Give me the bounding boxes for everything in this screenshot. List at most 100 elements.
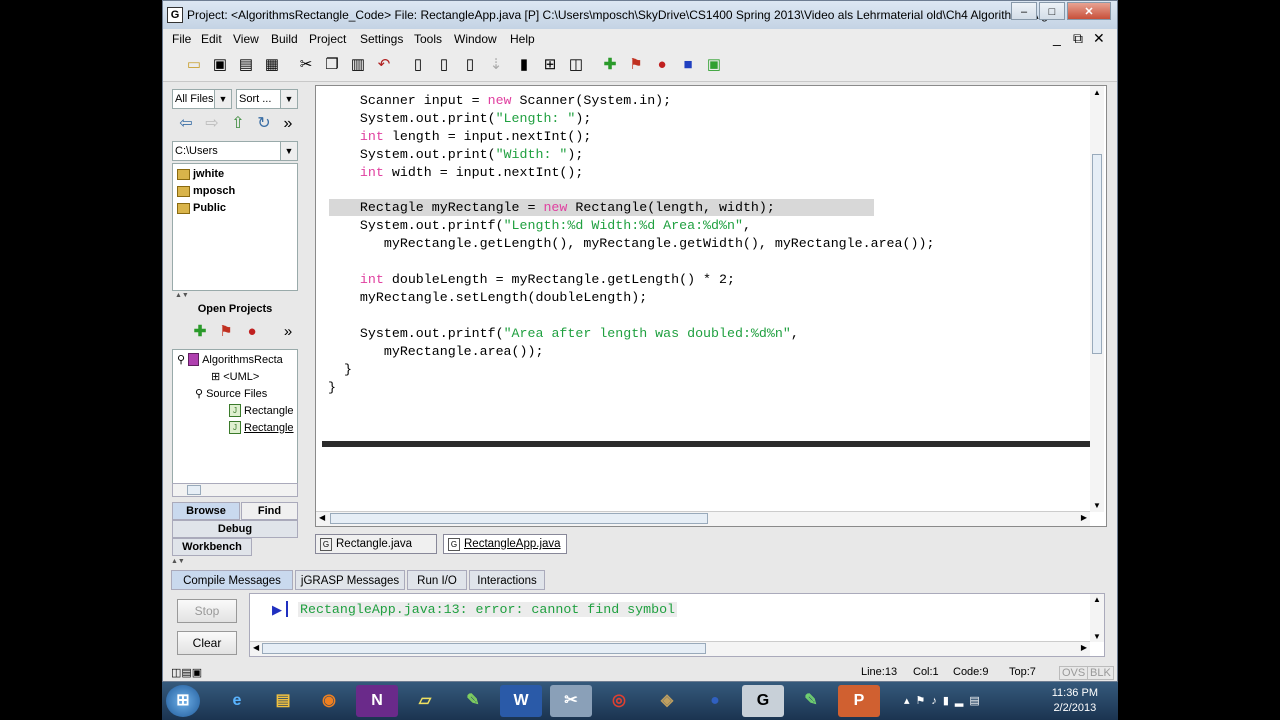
jgrasp-taskbar-icon[interactable]: G [742, 685, 784, 717]
mdi-minimize-button[interactable]: _ [1053, 30, 1061, 46]
pin-icon[interactable]: ⇣ [485, 54, 507, 76]
system-tray-icons[interactable]: ▴⚑♪▮▂▤ [904, 694, 986, 707]
scroll-left-arrow-icon[interactable]: ◀ [319, 513, 325, 522]
splitter-arrows-icon[interactable]: ▲▼ [175, 292, 299, 299]
page-icon[interactable]: ▯ [407, 54, 429, 76]
compile-plus-icon[interactable]: ✚ [189, 321, 211, 343]
document-icon[interactable]: ▯ [433, 54, 455, 76]
scroll-up-arrow-icon[interactable]: ▲ [1093, 88, 1101, 97]
forward-arrow-icon[interactable]: ⇨ [201, 113, 223, 135]
menu-help[interactable]: Help [510, 32, 535, 46]
scroll-down-arrow-icon[interactable]: ▼ [1093, 501, 1101, 510]
paste-icon[interactable]: ▥ [347, 54, 369, 76]
editor-horizontal-scrollbar[interactable]: ◀ ▶ [316, 511, 1090, 526]
mdi-restore-button[interactable]: ⧉ [1073, 30, 1083, 47]
new-file-icon[interactable]: ▯ [459, 54, 481, 76]
tab-debug[interactable]: Debug [172, 520, 298, 538]
folder-item[interactable]: mposch [177, 185, 235, 197]
tree-file-item[interactable]: J Rectangle [229, 404, 294, 417]
close-button[interactable]: ✕ [1067, 2, 1111, 20]
more-chevron-icon[interactable]: » [277, 321, 299, 343]
tab-jgrasp-messages[interactable]: jGRASP Messages [295, 570, 405, 590]
output-vertical-scrollbar[interactable]: ▲ ▼ [1090, 594, 1104, 642]
code-editor[interactable]: Scanner input = new Scanner(System.in); … [315, 85, 1107, 527]
output-horizontal-scrollbar[interactable]: ◀ ▶ [250, 641, 1090, 656]
media-player-icon[interactable]: ◉ [308, 685, 350, 717]
clock[interactable]: 11:36 PM 2/2/2013 [1052, 686, 1098, 716]
tab-workbench[interactable]: Workbench [172, 538, 252, 556]
notepad-icon[interactable]: ✎ [790, 685, 832, 717]
code-line[interactable]: myRectangle.area()); [328, 343, 934, 361]
menu-project[interactable]: Project [309, 32, 346, 46]
menu-file[interactable]: File [172, 32, 191, 46]
tree-project-root[interactable]: ⚲ AlgorithmsRecta [177, 353, 283, 366]
scroll-thumb[interactable] [187, 485, 201, 495]
code-text[interactable]: Scanner input = new Scanner(System.in); … [328, 92, 934, 396]
code-line[interactable]: } [328, 379, 934, 397]
code-line[interactable] [328, 182, 934, 200]
code-line[interactable]: } [328, 361, 934, 379]
file-filter-select[interactable]: All Files ▼ [172, 89, 232, 109]
file-tab-rectangleapp[interactable]: G RectangleApp.java [443, 534, 567, 554]
paint-icon[interactable]: ✎ [452, 685, 494, 717]
compile-output[interactable]: ▶ RectangleApp.java:13: error: cannot fi… [249, 593, 1105, 657]
run-icon[interactable]: ⚑ [215, 321, 237, 343]
code-line[interactable] [328, 307, 934, 325]
refresh-icon[interactable]: ↻ [253, 113, 275, 135]
stop-button[interactable]: Stop [177, 599, 237, 623]
chart-icon[interactable]: ▮ [513, 54, 535, 76]
code-line[interactable]: int length = input.nextInt(); [328, 128, 934, 146]
clear-button[interactable]: Clear [177, 631, 237, 655]
code-line[interactable]: Scanner input = new Scanner(System.in); [328, 92, 934, 110]
back-arrow-icon[interactable]: ⇦ [175, 113, 197, 135]
up-folder-icon[interactable]: ⇧ [227, 113, 249, 135]
tab-compile-messages[interactable]: Compile Messages [171, 570, 293, 590]
save-icon[interactable]: ▣ [209, 54, 231, 76]
print-icon[interactable]: ▦ [261, 54, 283, 76]
save-all-icon[interactable]: ▤ [235, 54, 257, 76]
menu-build[interactable]: Build [271, 32, 298, 46]
square-green-icon[interactable]: ▣ [703, 54, 725, 76]
powerpoint-icon[interactable]: P [838, 685, 880, 717]
onenote-icon[interactable]: N [356, 685, 398, 717]
sort-select[interactable]: Sort ... ▼ [236, 89, 298, 109]
cut-icon[interactable]: ✂ [295, 54, 317, 76]
scroll-right-arrow-icon[interactable]: ▶ [1081, 643, 1087, 652]
scroll-down-arrow-icon[interactable]: ▼ [1093, 632, 1101, 641]
tree-source-files[interactable]: ⚲ Source Files [195, 387, 267, 401]
start-button[interactable]: ⊞ [166, 685, 200, 717]
code-line[interactable]: System.out.print("Width: "); [328, 146, 934, 164]
menu-settings[interactable]: Settings [360, 32, 403, 46]
path-select[interactable]: C:\Users ▼ [172, 141, 298, 161]
file-tab-rectangle[interactable]: G Rectangle.java [315, 534, 437, 554]
tree-file-item[interactable]: J Rectangle [229, 421, 294, 434]
uml-icon[interactable]: ⊞ [539, 54, 561, 76]
scroll-thumb[interactable] [330, 513, 708, 524]
tab-interactions[interactable]: Interactions [469, 570, 545, 590]
splitter-arrows-icon[interactable]: ▲▼ [171, 558, 1117, 565]
undo-icon[interactable]: ↶ [373, 54, 395, 76]
layout-icons[interactable]: ◫▤▣ [171, 666, 202, 679]
code-line[interactable]: Rectagle myRectangle = new Rectangle(len… [328, 199, 934, 217]
scroll-thumb[interactable] [262, 643, 706, 654]
open-folder-icon[interactable]: ▭ [183, 54, 205, 76]
tree-uml[interactable]: ⊞ <UML> [211, 370, 259, 384]
tab-browse[interactable]: Browse [172, 502, 240, 520]
folder-item[interactable]: jwhite [177, 168, 224, 180]
mdi-close-button[interactable]: ✕ [1093, 30, 1105, 47]
sticky-notes-icon[interactable]: ▱ [404, 685, 446, 717]
internet-explorer-icon[interactable]: e [216, 685, 258, 717]
copy-icon[interactable]: ❐ [321, 54, 343, 76]
editor-split-divider[interactable] [322, 441, 1104, 447]
maximize-button[interactable]: □ [1039, 2, 1065, 20]
chrome-icon[interactable]: ◎ [598, 685, 640, 717]
tab-run-io[interactable]: Run I/O [407, 570, 467, 590]
word-icon[interactable]: W [500, 685, 542, 717]
tree-horizontal-scrollbar[interactable] [172, 483, 298, 497]
code-line[interactable]: int doubleLength = myRectangle.getLength… [328, 271, 934, 289]
menu-window[interactable]: Window [454, 32, 497, 46]
debug-bug-icon[interactable]: ● [651, 54, 673, 76]
eclipse-icon[interactable]: ● [694, 685, 736, 717]
square-blue-icon[interactable]: ■ [677, 54, 699, 76]
code-line[interactable]: System.out.printf("Length:%d Width:%d Ar… [328, 217, 934, 235]
